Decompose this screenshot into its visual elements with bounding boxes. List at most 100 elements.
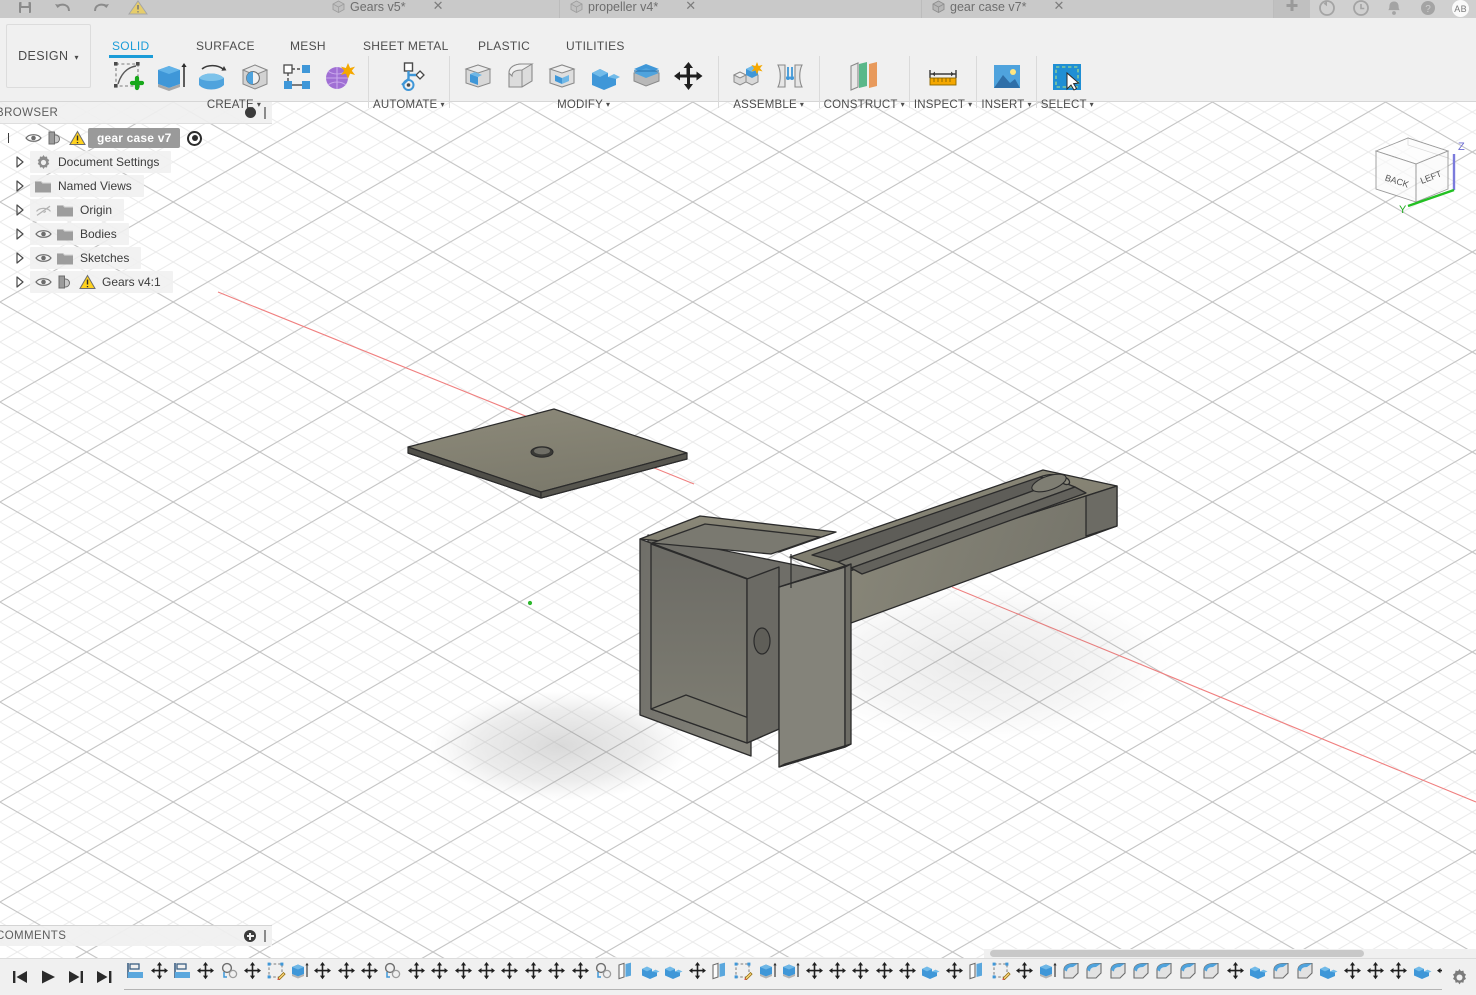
timeline-feature-hole[interactable]: [218, 962, 241, 995]
chevron-right-icon[interactable]: [10, 174, 30, 198]
browser-item-chip[interactable]: Document Settings: [30, 151, 172, 173]
chevron-right-icon[interactable]: [10, 270, 30, 294]
automate-button[interactable]: [390, 58, 428, 96]
ribbon-group-buttons[interactable]: [982, 56, 1032, 98]
play-icon[interactable]: [36, 964, 60, 990]
ribbon-tab-mesh[interactable]: MESH: [282, 39, 334, 53]
ribbon-tab-sheet-metal[interactable]: SHEET METAL: [355, 39, 457, 53]
timeline-feature-fillet[interactable]: [1060, 962, 1083, 995]
ribbon-group-label[interactable]: CONSTRUCT ▾: [824, 99, 905, 111]
chevron-right-icon[interactable]: [10, 150, 30, 174]
offset-face-button[interactable]: [628, 58, 666, 96]
comments-panel[interactable]: COMMENTS: [0, 925, 272, 946]
timeline-feature-move[interactable]: [1387, 961, 1410, 995]
timeline-feature-fillet[interactable]: [1294, 962, 1317, 995]
warning-icon[interactable]: [128, 0, 150, 16]
timeline-feature-fillet[interactable]: [1153, 962, 1176, 995]
browser-root-label[interactable]: gear case v7: [88, 128, 181, 148]
browser-item-bodies[interactable]: Bodies: [0, 222, 272, 246]
timeline-feature-offset-plane[interactable]: [966, 962, 989, 995]
ribbon-group-label[interactable]: AUTOMATE ▾: [373, 99, 445, 111]
timeline-feature-move[interactable]: [311, 961, 334, 995]
timeline-feature-hole[interactable]: [592, 962, 615, 995]
browser-root-row[interactable]: gear case v7: [0, 126, 272, 150]
timeline-feature-move[interactable]: [475, 961, 498, 995]
ribbon-group-buttons[interactable]: [918, 56, 968, 98]
avatar[interactable]: AB: [1451, 0, 1471, 18]
fillet-button[interactable]: [502, 58, 540, 96]
timeline-feature-sketch-edit[interactable]: [264, 962, 287, 995]
timeline-feature-fillet[interactable]: [1200, 962, 1223, 995]
viewcube[interactable]: BACK LEFT Z Y: [1366, 110, 1472, 220]
timeline-feature-fillet[interactable]: [1083, 962, 1106, 995]
timeline-feature-move[interactable]: [1223, 961, 1246, 995]
step-back-icon[interactable]: [8, 964, 32, 990]
ribbon-group-label[interactable]: INSERT ▾: [981, 99, 1031, 111]
timeline-feature-move[interactable]: [241, 961, 264, 995]
timeline-feature-move[interactable]: [405, 961, 428, 995]
close-icon[interactable]: ✕: [685, 0, 696, 14]
timeline-feature-move[interactable]: [1434, 962, 1442, 990]
help-icon[interactable]: ?: [1417, 0, 1439, 17]
timeline-feature-hole[interactable]: [381, 962, 404, 995]
browser-tree[interactable]: gear case v7 Document Settings Named Vie…: [0, 124, 272, 294]
browser-item-chip[interactable]: Named Views: [30, 175, 144, 197]
ribbon-tab-utilities[interactable]: UTILITIES: [558, 39, 633, 53]
timeline-feature-move[interactable]: [1364, 961, 1387, 995]
browser-item-chip[interactable]: Origin: [30, 199, 125, 221]
ribbon[interactable]: DESIGN ▾ SOLID SURFACE MESH SHEET METAL PLAS…: [0, 18, 1476, 111]
create-sketch-button[interactable]: [110, 58, 148, 96]
timeline-feature-move[interactable]: [685, 961, 708, 995]
timeline-feature-fillet[interactable]: [1270, 962, 1293, 995]
ribbon-group-buttons[interactable]: [1042, 56, 1092, 98]
chevron-right-icon[interactable]: [10, 222, 30, 246]
ribbon-group-label[interactable]: INSPECT ▾: [914, 99, 972, 111]
undo-icon[interactable]: [52, 0, 74, 16]
extrude-button[interactable]: [152, 58, 190, 96]
timeline-feature-combine[interactable]: [662, 962, 685, 995]
refresh-icon[interactable]: [1316, 0, 1338, 17]
timeline[interactable]: [0, 958, 1476, 995]
document-tab-propeller[interactable]: propeller v4* ✕: [560, 0, 922, 18]
offset-plane-button[interactable]: [845, 58, 883, 96]
new-component-button[interactable]: [729, 58, 767, 96]
rectangular-pattern-button[interactable]: [278, 58, 316, 96]
timeline-track[interactable]: [124, 959, 1442, 995]
move-copy-button[interactable]: [670, 58, 708, 96]
root-expander-icon[interactable]: [2, 126, 22, 150]
workspace-switcher[interactable]: DESIGN ▾: [6, 24, 91, 88]
notifications-bell-icon[interactable]: [1383, 0, 1405, 17]
timeline-feature-extrude[interactable]: [288, 962, 311, 995]
timeline-horizontal-scrollbar[interactable]: [984, 949, 1476, 958]
ribbon-group-buttons[interactable]: [454, 56, 714, 98]
timeline-features[interactable]: [124, 961, 1442, 995]
timeline-feature-fillet[interactable]: [1177, 962, 1200, 995]
timeline-feature-move[interactable]: [568, 961, 591, 995]
measure-button[interactable]: [924, 58, 962, 96]
timeline-feature-move[interactable]: [1340, 961, 1363, 995]
document-tab-bar[interactable]: Gears v5* ✕ propeller v4* ✕ gear case v7…: [0, 0, 1476, 18]
timeline-feature-fillet[interactable]: [1130, 962, 1153, 995]
browser-item-chip[interactable]: Gears v4:1: [30, 271, 173, 293]
ribbon-group-label[interactable]: ASSEMBLE ▾: [733, 99, 804, 111]
ribbon-groups[interactable]: CREATE ▾ AUTOMATE ▾ MODIFY ▾ ASSEMBLE ▾ …: [104, 56, 1094, 116]
press-pull-button[interactable]: [460, 58, 498, 96]
ribbon-group-label[interactable]: SELECT ▾: [1041, 99, 1094, 111]
timeline-settings-gear-icon[interactable]: [1442, 968, 1476, 987]
create-form-button[interactable]: [320, 58, 358, 96]
save-icon[interactable]: [14, 0, 36, 16]
ribbon-group-buttons[interactable]: [384, 56, 434, 98]
ribbon-group-label[interactable]: CREATE ▾: [207, 99, 261, 111]
timeline-feature-offset-plane[interactable]: [615, 962, 638, 995]
timeline-feature-move[interactable]: [194, 961, 217, 995]
quick-access-toolbar[interactable]: [0, 0, 322, 18]
browser-item-chip[interactable]: Sketches: [30, 247, 142, 269]
browser-item-gears-v4-1[interactable]: Gears v4:1: [0, 270, 272, 294]
chevron-right-icon[interactable]: [10, 246, 30, 270]
timeline-feature-move[interactable]: [451, 961, 474, 995]
eye-icon[interactable]: [32, 223, 54, 245]
joint-button[interactable]: [771, 58, 809, 96]
timeline-feature-move[interactable]: [335, 961, 358, 995]
timeline-feature-sketch[interactable]: [124, 962, 147, 995]
timeline-feature-move[interactable]: [943, 961, 966, 995]
